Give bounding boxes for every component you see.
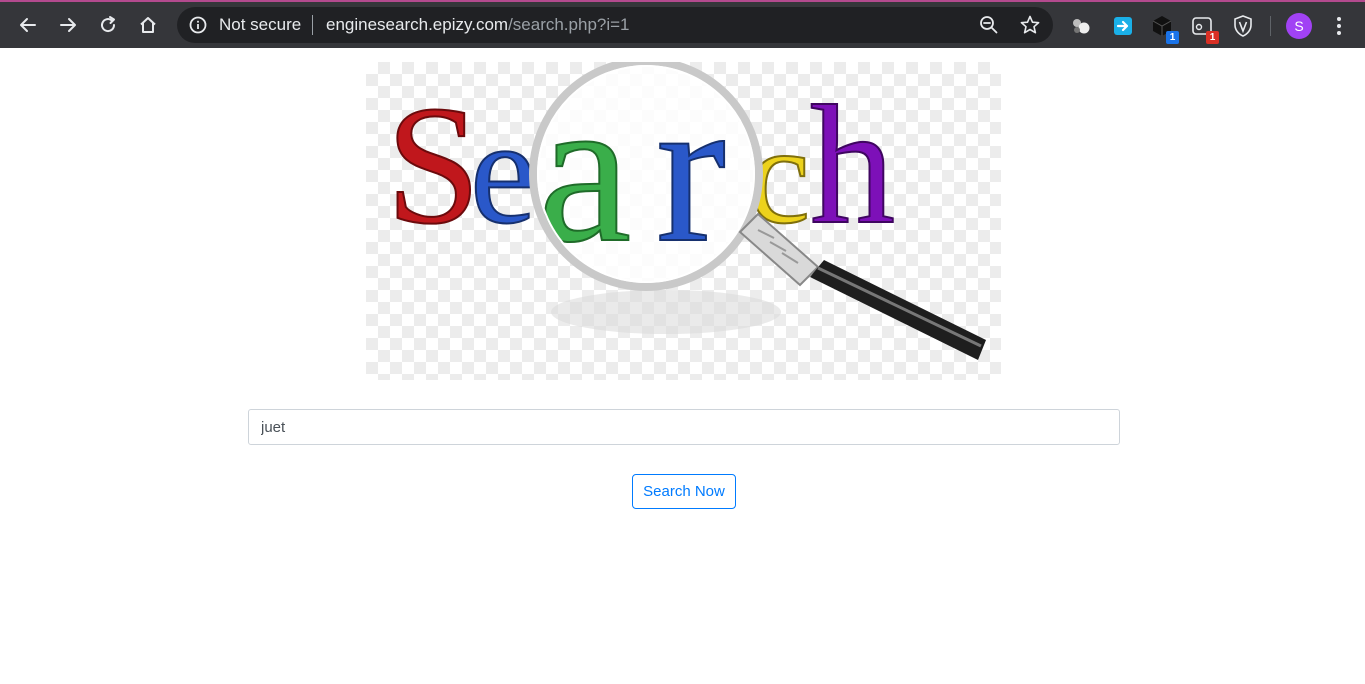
- search-now-button[interactable]: Search Now: [632, 474, 736, 509]
- extension-4-icon[interactable]: 1: [1190, 14, 1219, 44]
- shield-icon: [1234, 15, 1252, 37]
- url-text[interactable]: enginesearch.epizy.com/search.php?i=1: [326, 15, 630, 35]
- home-button[interactable]: [131, 8, 165, 42]
- svg-text:a: a: [538, 62, 631, 286]
- browser-toolbar: Not secure enginesearch.epizy.com/search…: [0, 0, 1365, 48]
- extension-4-badge: 1: [1206, 31, 1219, 44]
- url-host: enginesearch.epizy.com: [326, 15, 509, 34]
- svg-text:S: S: [386, 71, 481, 259]
- svg-text:e: e: [470, 89, 537, 255]
- svg-text:h: h: [810, 71, 895, 259]
- toolbar-divider: [1270, 16, 1271, 36]
- svg-text:r: r: [656, 62, 726, 286]
- address-bar[interactable]: Not secure enginesearch.epizy.com/search…: [177, 7, 1053, 43]
- extension-3-icon[interactable]: 1: [1150, 14, 1179, 44]
- back-button[interactable]: [11, 8, 45, 42]
- more-vertical-icon[interactable]: [1329, 14, 1349, 38]
- extension-2-icon[interactable]: [1111, 14, 1135, 38]
- url-path: /search.php?i=1: [508, 15, 630, 34]
- extension-1-icon[interactable]: [1069, 14, 1093, 38]
- forward-arrow-icon: [60, 18, 76, 32]
- bookmark-star-icon[interactable]: [1019, 14, 1041, 36]
- back-arrow-icon: [20, 18, 36, 32]
- reload-icon: [101, 16, 116, 33]
- reload-button[interactable]: [91, 8, 125, 42]
- profile-avatar[interactable]: S: [1286, 13, 1312, 39]
- address-separator: [312, 15, 313, 35]
- home-icon: [140, 17, 156, 33]
- extension-5-icon[interactable]: [1231, 14, 1255, 38]
- search-logo-image: S e c h a r: [366, 53, 1001, 380]
- forward-button[interactable]: [51, 8, 85, 42]
- zoom-out-icon[interactable]: [979, 15, 999, 35]
- search-input[interactable]: [248, 409, 1120, 445]
- extension-3-badge: 1: [1166, 31, 1179, 44]
- info-icon[interactable]: [189, 16, 207, 34]
- security-label[interactable]: Not secure: [219, 15, 301, 35]
